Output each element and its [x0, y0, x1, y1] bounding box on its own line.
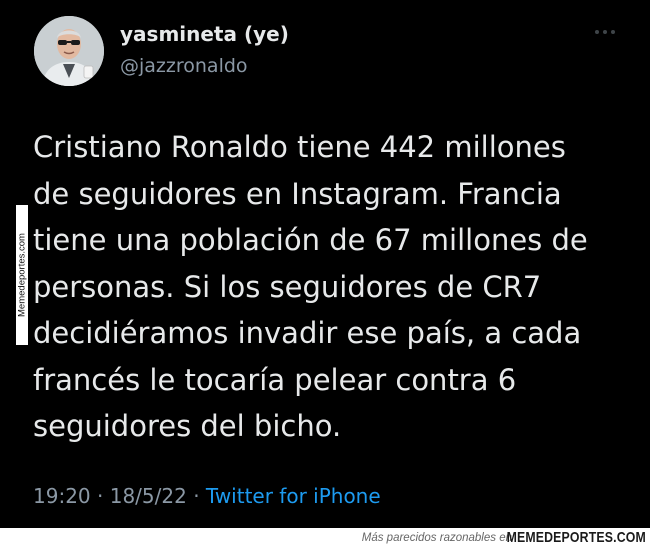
tweet-time[interactable]: 19:20	[33, 484, 91, 508]
meta-separator: ·	[193, 484, 200, 508]
avatar[interactable]	[34, 16, 104, 86]
footer-brand-logo: MEMEDEPORTES.COM	[506, 529, 646, 546]
footer-watermark-bar: Más parecidos razonables en MEMEDEPORTES…	[0, 528, 650, 549]
tweet-metadata: 19:20 · 18/5/22 · Twitter for iPhone	[33, 484, 381, 508]
avatar-image	[34, 16, 104, 86]
meta-separator: ·	[97, 484, 104, 508]
side-watermark: Memedeportes.com	[16, 205, 28, 345]
tweet-date[interactable]: 18/5/22	[110, 484, 187, 508]
display-name[interactable]: yasmineta (ye)	[120, 22, 289, 46]
tweet-source-link[interactable]: Twitter for iPhone	[206, 484, 381, 508]
side-watermark-text: Memedeportes.com	[16, 233, 28, 317]
tweet-text: Cristiano Ronaldo tiene 442 millones de …	[33, 130, 588, 443]
tweet-card: yasmineta (ye) @jazzronaldo Cristiano Ro…	[0, 0, 650, 528]
ellipsis-icon[interactable]	[592, 26, 618, 38]
user-handle[interactable]: @jazzronaldo	[120, 55, 248, 77]
footer-watermark-text: Más parecidos razonables en	[361, 532, 512, 544]
